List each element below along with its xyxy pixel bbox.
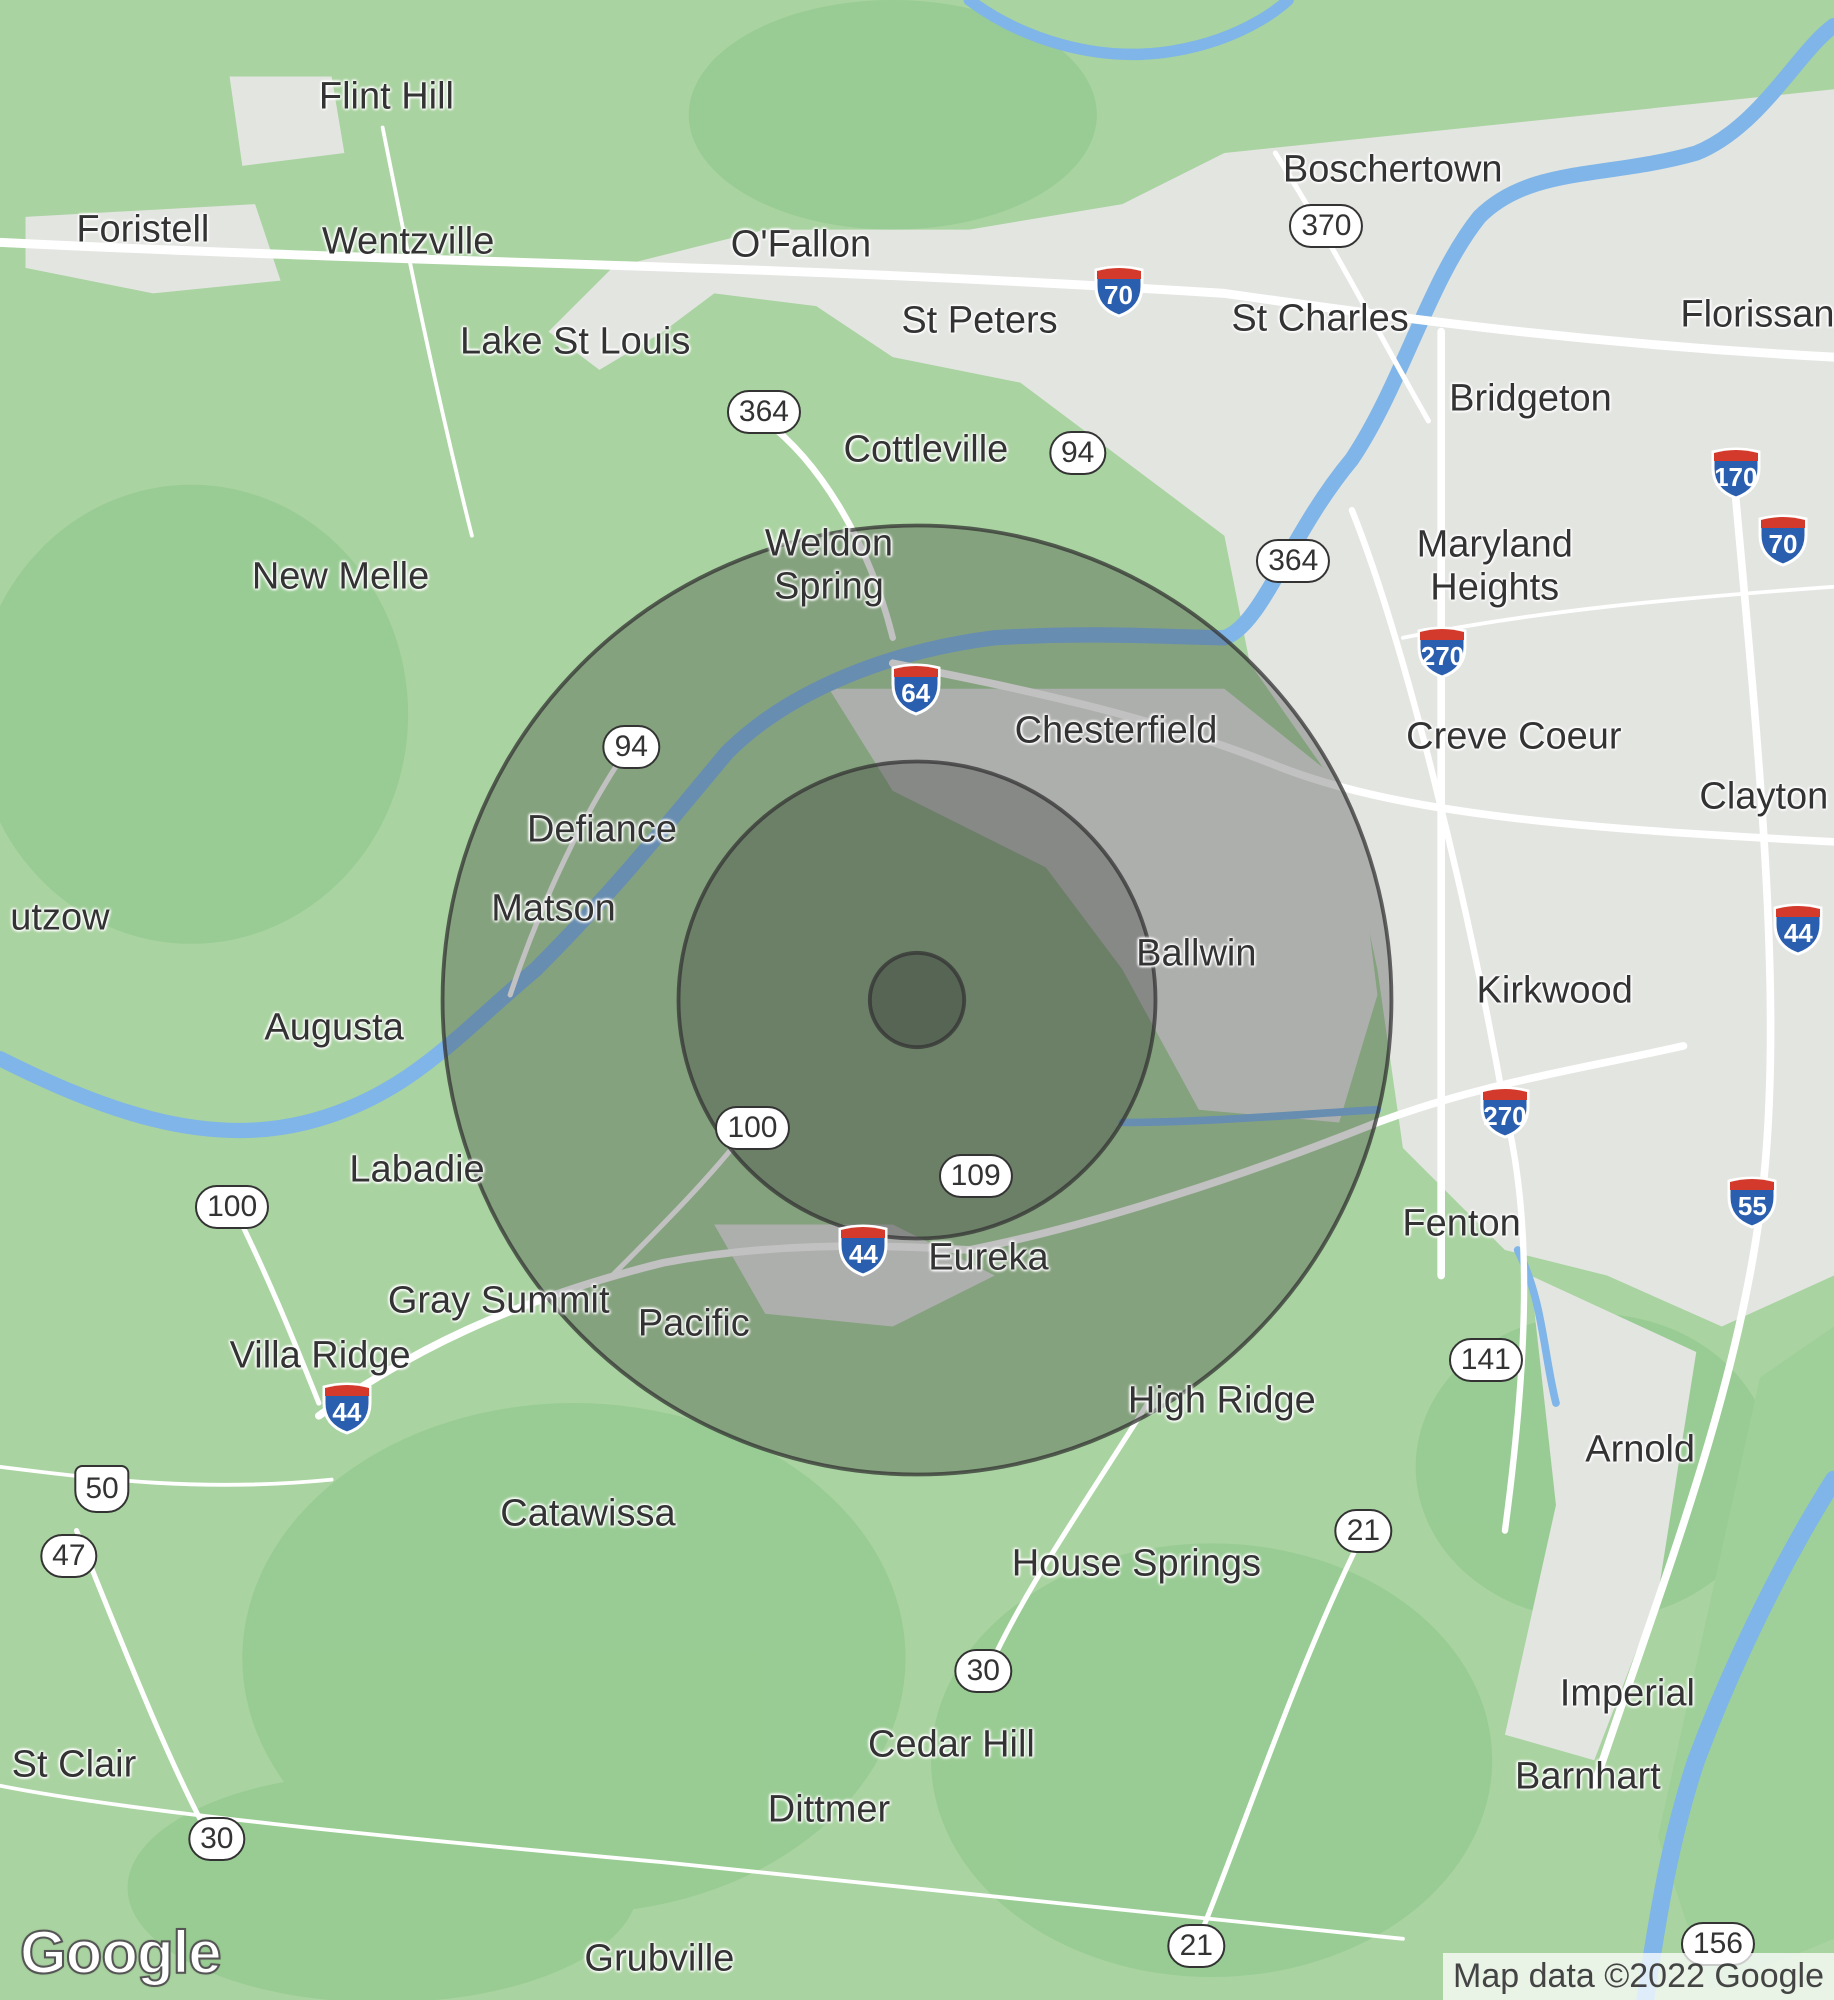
place-label: Arnold	[1585, 1428, 1696, 1471]
interstate-shield: 70	[1756, 513, 1810, 567]
interstate-shield: 270	[1415, 625, 1469, 679]
place-label: O'Fallon	[730, 223, 872, 266]
us-route-shield: 50	[74, 1464, 130, 1513]
place-label: Barnhart	[1514, 1755, 1661, 1798]
state-route-shield: 141	[1448, 1337, 1523, 1382]
interstate-shield-label: 64	[901, 677, 931, 708]
map-attribution[interactable]: Map data ©2022 Google	[1443, 1953, 1834, 2000]
google-logo[interactable]: Google	[19, 1918, 223, 1987]
place-label: Catawissa	[500, 1492, 676, 1535]
place-label: St Charles	[1231, 297, 1409, 340]
place-label: Chesterfield	[1014, 709, 1218, 752]
interstate-shield-label: 44	[1783, 917, 1813, 948]
interstate-shield-label: 44	[332, 1397, 362, 1428]
place-label: Villa Ridge	[229, 1334, 411, 1377]
place-label: Cedar Hill	[868, 1723, 1035, 1766]
interstate-shield-label: 70	[1104, 279, 1133, 310]
place-label: New Melle	[251, 555, 430, 598]
interstate-shield: 44	[836, 1223, 890, 1277]
place-label: Clayton	[1699, 775, 1829, 818]
place-label: Labadie	[349, 1148, 485, 1191]
interstate-shield: 44	[1771, 902, 1825, 956]
interstate-shield-label: 270	[1420, 640, 1465, 671]
interstate-shield-label: 170	[1714, 462, 1758, 493]
place-label: Flint Hill	[318, 75, 454, 118]
state-route-shield: 364	[1256, 539, 1331, 584]
state-route-shield: 100	[195, 1184, 270, 1229]
state-route-shield: 94	[1049, 430, 1107, 475]
place-label: Eureka	[928, 1236, 1049, 1279]
place-label: Gray Summit	[387, 1279, 610, 1322]
interstate-shield-label: 55	[1737, 1190, 1767, 1221]
interstate-shield-label: 270	[1483, 1101, 1527, 1132]
place-label: Matson	[491, 888, 616, 931]
state-route-shield: 364	[726, 389, 801, 434]
state-route-shield: 109	[938, 1154, 1013, 1199]
state-route-shield: 47	[40, 1534, 98, 1579]
state-route-shield: 100	[715, 1105, 790, 1150]
place-label: Fenton	[1402, 1203, 1521, 1246]
interstate-shield: 64	[889, 662, 943, 716]
place-label: Foristell	[76, 208, 210, 251]
interstate-shield: 270	[1478, 1085, 1532, 1139]
map-viewport[interactable]: Flint Hill Foristell Wentzville O'Fallon Bos…	[0, 0, 1834, 2000]
place-label: Ballwin	[1136, 932, 1257, 975]
state-route-shield: 94	[602, 725, 660, 770]
place-label: Grubville	[584, 1937, 735, 1980]
interstate-shield-label: 70	[1768, 528, 1798, 559]
place-label: St Peters	[901, 300, 1058, 343]
place-label: Maryland Heights	[1416, 523, 1573, 609]
place-label: House Springs	[1011, 1542, 1261, 1585]
place-label: Kirkwood	[1476, 969, 1633, 1012]
state-route-shield: 21	[1167, 1924, 1225, 1969]
place-label: Imperial	[1559, 1672, 1695, 1715]
interstate-shield: 70	[1092, 264, 1146, 318]
inner-radius[interactable]	[867, 950, 967, 1050]
place-label: Boschertown	[1282, 148, 1503, 191]
interstate-shield-label: 44	[848, 1239, 878, 1269]
place-label: Defiance	[526, 809, 677, 852]
place-label: Cottleville	[843, 428, 1009, 471]
place-label: Augusta	[264, 1006, 404, 1049]
place-label: Bridgeton	[1449, 377, 1612, 420]
place-label: Florissan	[1680, 293, 1834, 336]
state-route-shield: 30	[188, 1817, 246, 1862]
place-label: Wentzville	[321, 221, 495, 264]
state-route-shield: 30	[954, 1648, 1012, 1693]
interstate-shield: 170	[1709, 446, 1763, 500]
place-label: Dittmer	[767, 1788, 891, 1831]
interstate-shield: 44	[320, 1381, 374, 1435]
place-label: St Clair	[11, 1744, 137, 1787]
place-label: High Ridge	[1127, 1379, 1316, 1422]
interstate-shield: 55	[1725, 1175, 1779, 1229]
place-label: Creve Coeur	[1406, 715, 1622, 758]
state-route-shield: 21	[1334, 1508, 1393, 1553]
state-route-shield: 370	[1289, 203, 1364, 248]
place-label: Lake St Louis	[460, 320, 691, 363]
place-label: utzow	[10, 897, 110, 940]
place-label: Weldon Spring	[764, 522, 894, 608]
place-label: Pacific	[637, 1302, 750, 1345]
